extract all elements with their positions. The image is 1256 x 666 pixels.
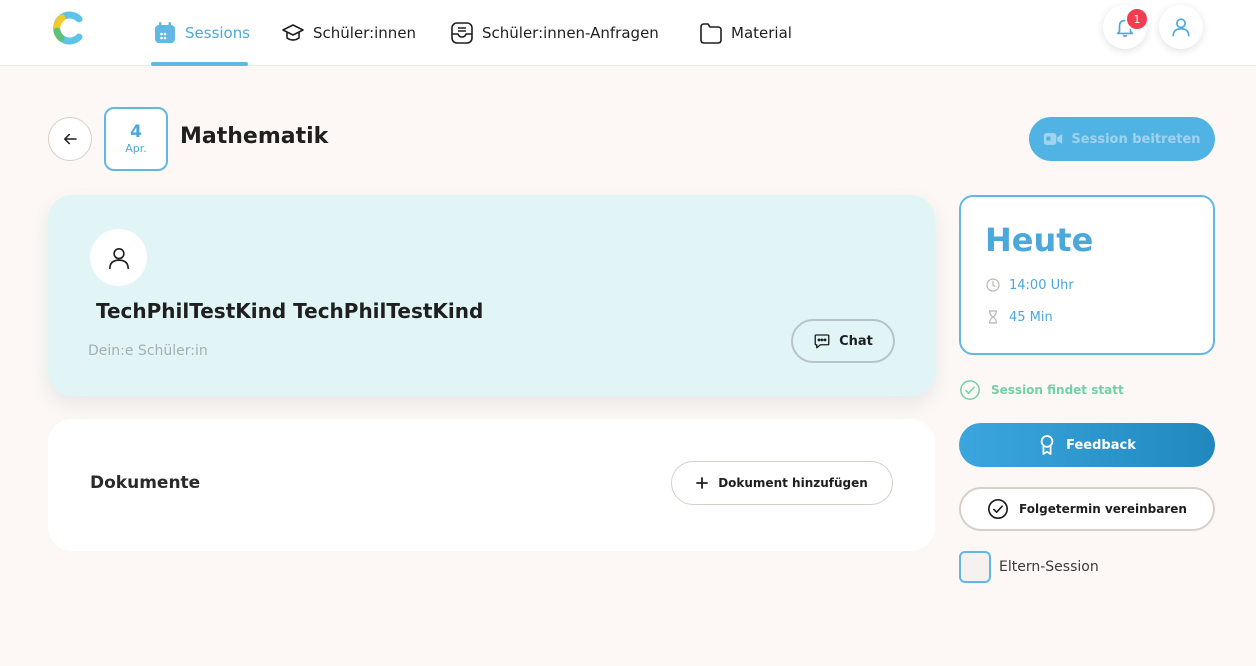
student-card: TechPhilTestKind TechPhilTestKind Dein:e…: [48, 195, 935, 396]
plus-icon: [696, 477, 709, 489]
session-date-box: 4 Apr.: [104, 107, 168, 171]
nav-student-requests[interactable]: Schüler:innen-Anfragen: [450, 0, 659, 66]
back-button[interactable]: [48, 117, 92, 161]
parent-session-label: Eltern-Session: [999, 559, 1099, 575]
nav-sessions[interactable]: Sessions: [153, 0, 250, 66]
join-session-button[interactable]: Session beitreten: [1029, 117, 1215, 161]
add-document-label: Dokument hinzufügen: [718, 476, 868, 490]
nav-label-students: Schüler:innen: [313, 24, 417, 42]
chat-label: Chat: [839, 333, 873, 349]
documents-title: Dokumente: [90, 473, 201, 493]
session-duration: 45 Min: [1009, 309, 1053, 325]
feedback-label: Feedback: [1066, 437, 1136, 453]
feedback-button[interactable]: Feedback: [959, 423, 1215, 467]
followup-button[interactable]: Folgetermin vereinbaren: [959, 487, 1215, 531]
parent-session-row: Eltern-Session: [959, 551, 1099, 583]
page-title: Mathematik: [180, 124, 329, 149]
session-day-label: Heute: [985, 221, 1094, 259]
session-status-label: Session findet statt: [991, 383, 1124, 397]
hourglass-icon: [989, 310, 997, 324]
session-time-row: 14:00 Uhr: [985, 277, 1074, 293]
nav-label-student-requests: Schüler:innen-Anfragen: [482, 24, 659, 42]
top-navigation: Sessions Schüler:innen Schüler:innen-Anf…: [0, 0, 1256, 66]
arrow-left-icon: [64, 133, 77, 145]
session-time: 14:00 Uhr: [1009, 277, 1074, 293]
check-circle-icon: [988, 499, 1009, 519]
user-icon: [1172, 18, 1190, 37]
calendar-icon: [155, 22, 175, 43]
graduation-cap-icon: [282, 24, 304, 41]
student-avatar: [90, 229, 147, 286]
nav-material[interactable]: Material: [699, 0, 792, 66]
student-role: Dein:e Schüler:in: [88, 343, 208, 359]
chat-bubble-icon: [814, 334, 830, 349]
followup-label: Folgetermin vereinbaren: [1019, 502, 1187, 516]
chat-button[interactable]: Chat: [791, 319, 895, 363]
user-icon: [108, 247, 129, 269]
documents-card: Dokumente Dokument hinzufügen: [48, 419, 935, 551]
notification-badge: 1: [1125, 7, 1149, 31]
inbox-icon: [451, 22, 473, 44]
date-month: Apr.: [125, 142, 147, 155]
folder-icon: [700, 23, 722, 44]
notifications-button[interactable]: 1: [1103, 5, 1149, 49]
join-session-label: Session beitreten: [1071, 131, 1201, 147]
video-camera-icon: [1044, 133, 1063, 145]
nav-students[interactable]: Schüler:innen: [281, 0, 416, 66]
session-status: Session findet statt: [959, 379, 1124, 401]
nav-label-sessions: Sessions: [185, 24, 251, 42]
app-logo[interactable]: [52, 11, 86, 45]
session-time-card: Heute 14:00 Uhr 45 Min: [959, 195, 1215, 355]
award-icon: [1040, 435, 1054, 455]
date-day: 4: [130, 122, 142, 142]
nav-label-material: Material: [731, 24, 792, 42]
add-document-button[interactable]: Dokument hinzufügen: [671, 461, 893, 505]
profile-button[interactable]: [1159, 5, 1203, 49]
check-circle-icon: [960, 380, 980, 400]
session-duration-row: 45 Min: [985, 309, 1053, 325]
parent-session-checkbox[interactable]: [959, 551, 991, 583]
student-name: TechPhilTestKind TechPhilTestKind: [96, 299, 484, 323]
active-nav-indicator: [151, 62, 248, 66]
clock-icon: [986, 278, 1000, 292]
